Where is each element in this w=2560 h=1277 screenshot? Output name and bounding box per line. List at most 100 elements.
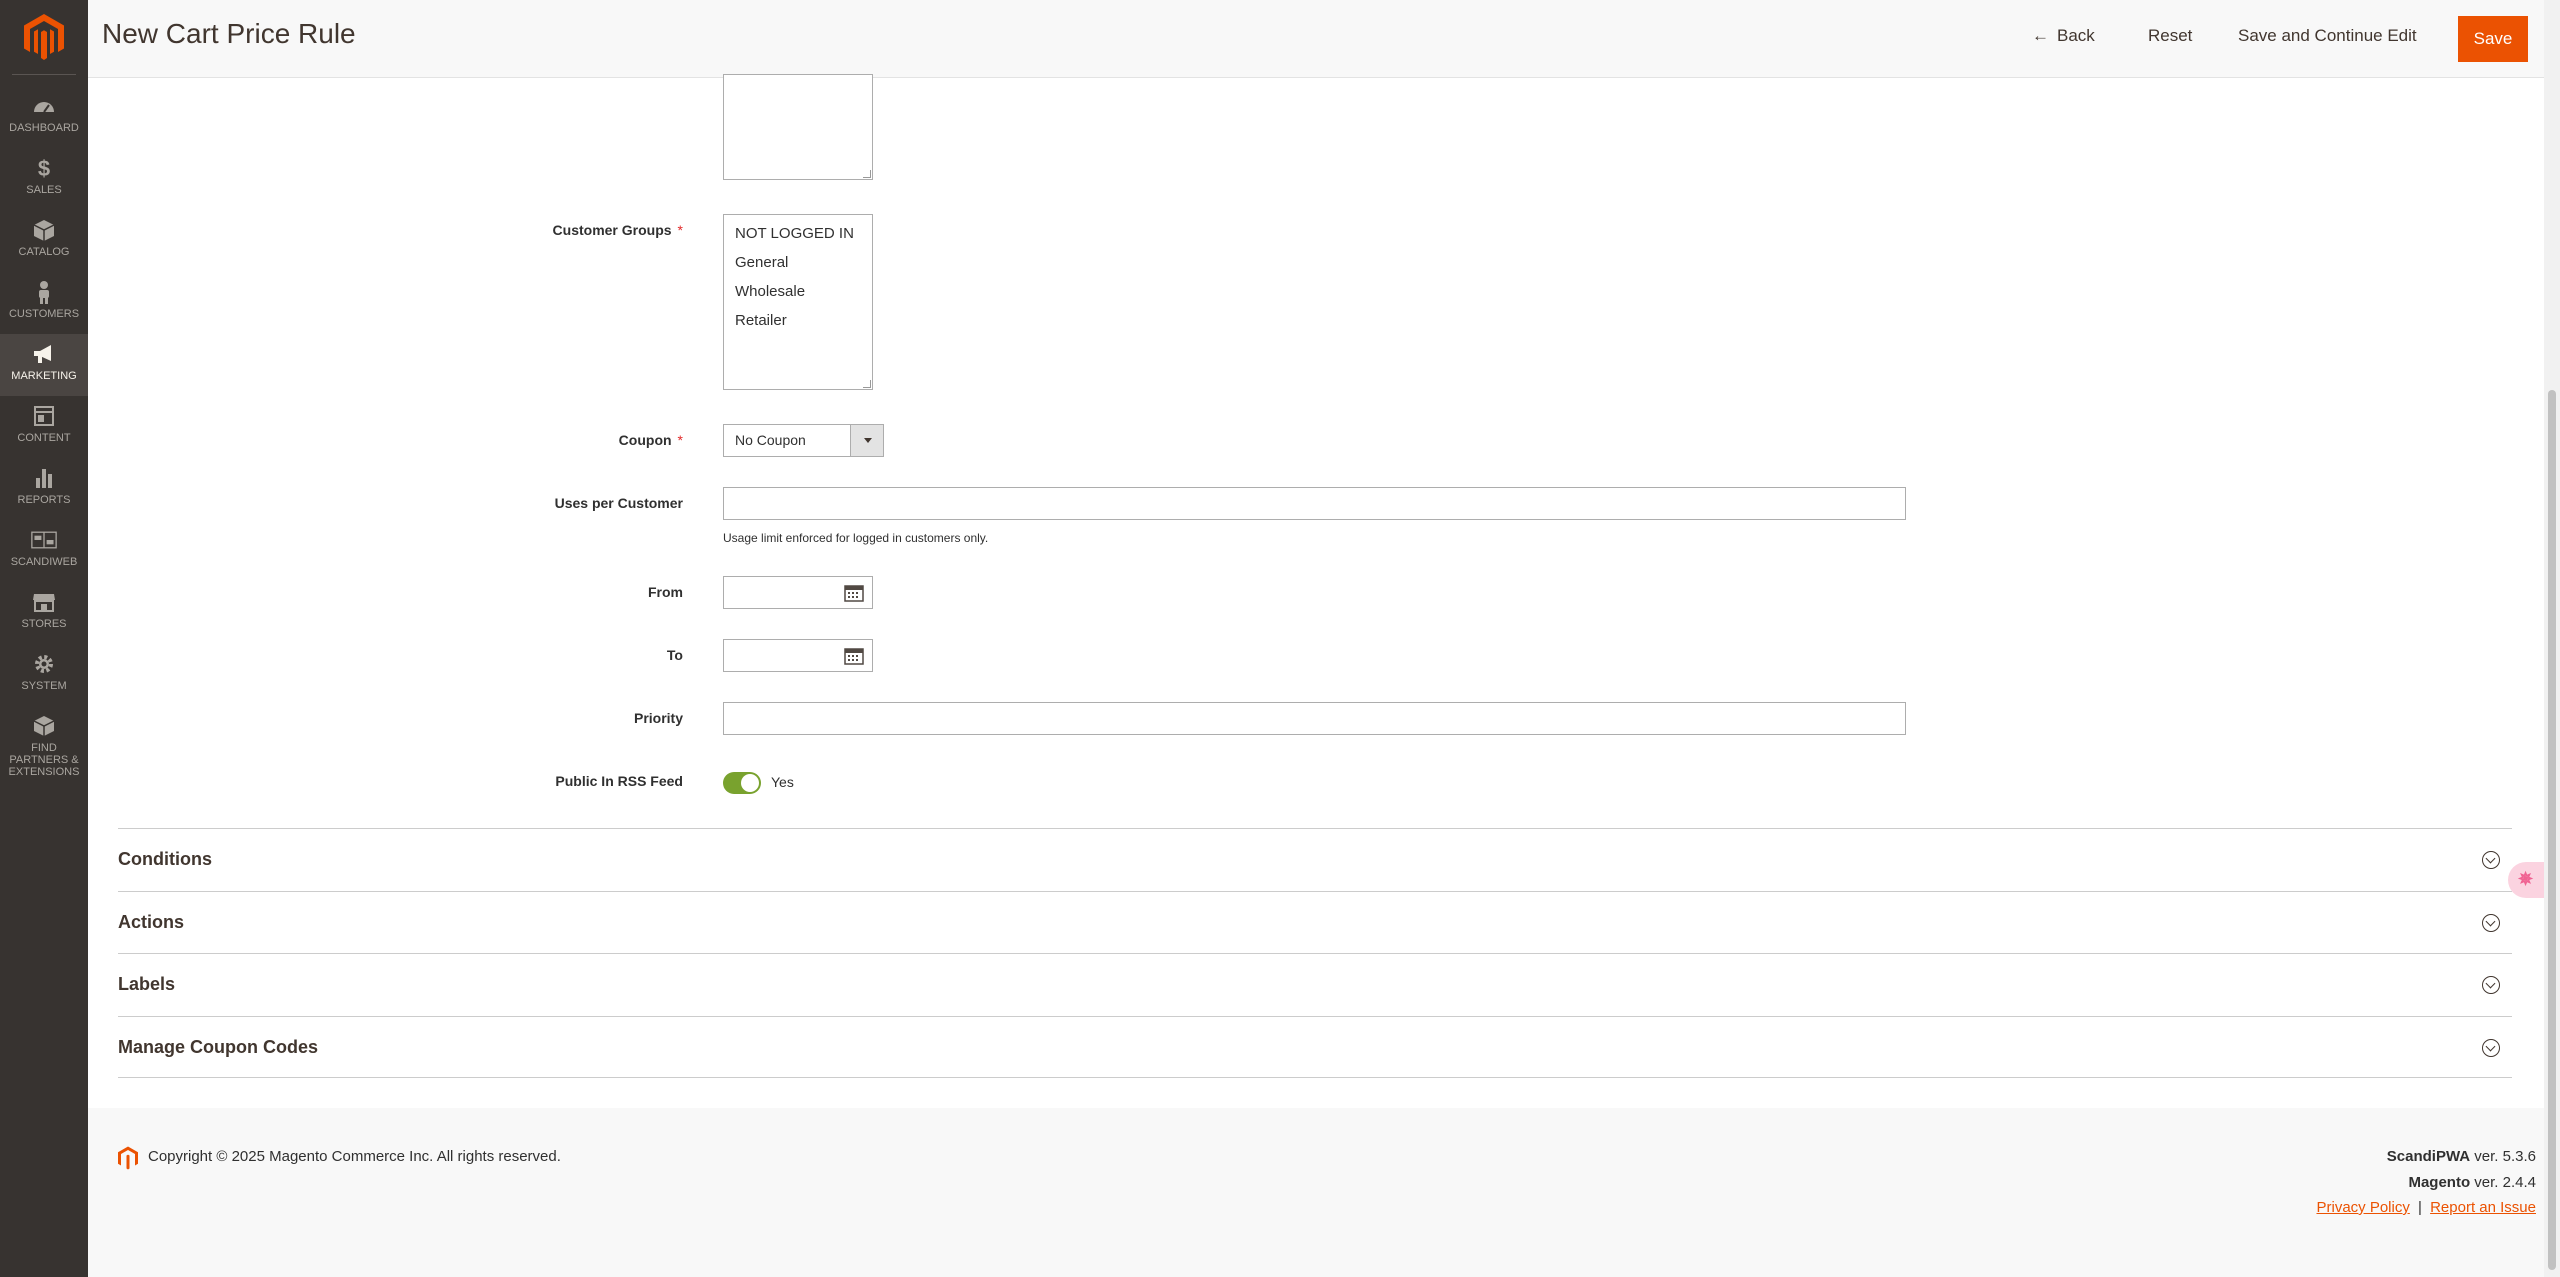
- gear-icon: [35, 655, 53, 673]
- resize-handle[interactable]: [863, 380, 871, 388]
- sidebar-item-label: SCANDIWEB: [10, 556, 78, 568]
- sidebar-item-label: REPORTS: [17, 494, 71, 506]
- scandipwa-version: ScandiPWA ver. 5.3.6: [2387, 1148, 2536, 1165]
- required-asterisk: *: [677, 222, 683, 238]
- person-icon: [39, 281, 49, 304]
- sidebar-item-stores[interactable]: STORES: [0, 582, 88, 644]
- uses-per-customer-label: Uses per Customer: [554, 495, 683, 511]
- section-title: Conditions: [118, 849, 212, 869]
- page-scrollbar[interactable]: [2544, 0, 2560, 1277]
- report-issue-link[interactable]: Report an Issue: [2430, 1199, 2536, 1216]
- sidebar-item-sales[interactable]: $ SALES: [0, 148, 88, 210]
- layout-icon: [34, 406, 54, 426]
- calendar-icon[interactable]: [844, 584, 864, 602]
- coupon-select[interactable]: No Coupon: [723, 424, 884, 457]
- footer-link-separator: |: [2418, 1199, 2422, 1216]
- chevron-down-icon: [2482, 914, 2500, 932]
- priority-input[interactable]: [723, 702, 1906, 735]
- toggle-knob: [741, 774, 759, 792]
- magento-version: Magento ver. 2.4.4: [2408, 1174, 2536, 1191]
- customer-groups-multiselect[interactable]: NOT LOGGED IN General Wholesale Retailer: [723, 214, 873, 390]
- translate-float-button[interactable]: ✵: [2508, 862, 2544, 898]
- magento-name: Magento: [2408, 1174, 2471, 1191]
- resize-handle[interactable]: [863, 170, 871, 178]
- rss-toggle-state: Yes: [771, 774, 794, 790]
- section-title: Actions: [118, 912, 185, 932]
- magento-logo[interactable]: [24, 14, 64, 60]
- reset-button[interactable]: Reset: [2148, 26, 2192, 46]
- dashboard-icon: [34, 102, 54, 113]
- store-icon: [33, 594, 55, 612]
- back-button[interactable]: ← Back: [2032, 26, 2095, 46]
- rss-toggle[interactable]: [723, 772, 761, 794]
- sidebar-item-label: DASHBOARD: [9, 122, 79, 134]
- customer-group-option[interactable]: NOT LOGGED IN: [724, 219, 872, 248]
- to-date-input[interactable]: [723, 639, 873, 672]
- sidebar-item-scandiweb[interactable]: SCANDIWEB: [0, 520, 88, 582]
- privacy-policy-link[interactable]: Privacy Policy: [2316, 1199, 2409, 1216]
- arrow-left-icon: ←: [2032, 26, 2049, 45]
- sidebar-divider: [12, 74, 76, 75]
- sidebar-item-dashboard[interactable]: DASHBOARD: [0, 86, 88, 148]
- sidebar-item-system[interactable]: SYSTEM: [0, 644, 88, 706]
- form-content: Customer Groups * NOT LOGGED IN General W…: [88, 74, 2544, 1108]
- page-title: New Cart Price Rule: [102, 18, 356, 49]
- customer-group-option[interactable]: Wholesale: [724, 277, 872, 306]
- section-title: Labels: [118, 974, 176, 994]
- dollar-icon: $: [38, 156, 50, 180]
- box-icon: [33, 220, 55, 241]
- chevron-down-icon: [2482, 851, 2500, 869]
- back-button-label: Back: [2057, 26, 2095, 45]
- section-title: Manage Coupon Codes: [118, 1037, 319, 1057]
- description-textarea[interactable]: [723, 74, 873, 180]
- sidebar-item-customers[interactable]: CUSTOMERS: [0, 272, 88, 334]
- sidebar-item-label: SYSTEM: [21, 680, 67, 692]
- uses-per-customer-note: Usage limit enforced for logged in custo…: [723, 531, 989, 545]
- scandiweb-icon: [31, 531, 57, 549]
- calendar-icon[interactable]: [844, 647, 864, 665]
- section-actions[interactable]: Actions: [118, 891, 2512, 953]
- save-button[interactable]: Save: [2458, 16, 2528, 62]
- from-date-input[interactable]: [723, 576, 873, 609]
- uses-per-customer-input[interactable]: [723, 487, 1906, 520]
- scandipwa-version-number: ver. 5.3.6: [2470, 1148, 2536, 1165]
- sidebar-item-label: SALES: [26, 184, 62, 196]
- sidebar-item-label: FIND PARTNERS & EXTENSIONS: [8, 742, 80, 778]
- translate-icon: ✵: [2518, 869, 2534, 889]
- coupon-select-value: No Coupon: [735, 432, 806, 448]
- chevron-down-icon: [2482, 976, 2500, 994]
- bar-chart-icon: [36, 469, 52, 488]
- to-label: To: [666, 647, 683, 663]
- magento-version-number: ver. 2.4.4: [2470, 1174, 2536, 1191]
- from-label: From: [648, 584, 683, 600]
- section-labels[interactable]: Labels: [118, 953, 2512, 1015]
- megaphone-icon: [34, 345, 51, 363]
- cube-icon: [33, 716, 55, 736]
- customer-group-option[interactable]: Retailer: [724, 306, 872, 335]
- magento-logo: [118, 1146, 138, 1170]
- scandipwa-name: ScandiPWA: [2386, 1148, 2471, 1165]
- priority-label: Priority: [633, 710, 683, 726]
- sidebar-item-label: MARKETING: [11, 370, 77, 382]
- sidebar-item-label: CONTENT: [17, 432, 71, 444]
- section-conditions[interactable]: Conditions: [118, 828, 2512, 890]
- customer-group-option[interactable]: General: [724, 248, 872, 277]
- svg-text:$: $: [38, 156, 50, 180]
- sidebar-item-find-partners[interactable]: FIND PARTNERS & EXTENSIONS: [0, 706, 88, 778]
- sidebar-item-reports[interactable]: REPORTS: [0, 458, 88, 520]
- footer-links: Privacy Policy | Report an Issue: [2316, 1199, 2536, 1216]
- sidebar-item-label: CATALOG: [18, 246, 70, 258]
- sidebar-item-marketing[interactable]: MARKETING: [0, 334, 88, 396]
- page-header: New Cart Price Rule ← Back Reset Save and…: [88, 0, 2544, 78]
- sidebar-item-content[interactable]: CONTENT: [0, 396, 88, 458]
- chevron-down-icon: [850, 425, 883, 456]
- rss-label: Public In RSS Feed: [555, 773, 683, 789]
- scrollbar-thumb[interactable]: [2548, 390, 2556, 1270]
- save-and-continue-button[interactable]: Save and Continue Edit: [2238, 26, 2417, 46]
- sidebar-item-label: STORES: [21, 618, 67, 630]
- chevron-down-icon: [2482, 1039, 2500, 1057]
- sidebar-item-catalog[interactable]: CATALOG: [0, 210, 88, 272]
- coupon-label: Coupon *: [618, 432, 683, 448]
- page-footer: Copyright © 2025 Magento Commerce Inc. A…: [88, 1110, 2544, 1277]
- section-manage-coupon-codes[interactable]: Manage Coupon Codes: [118, 1016, 2512, 1078]
